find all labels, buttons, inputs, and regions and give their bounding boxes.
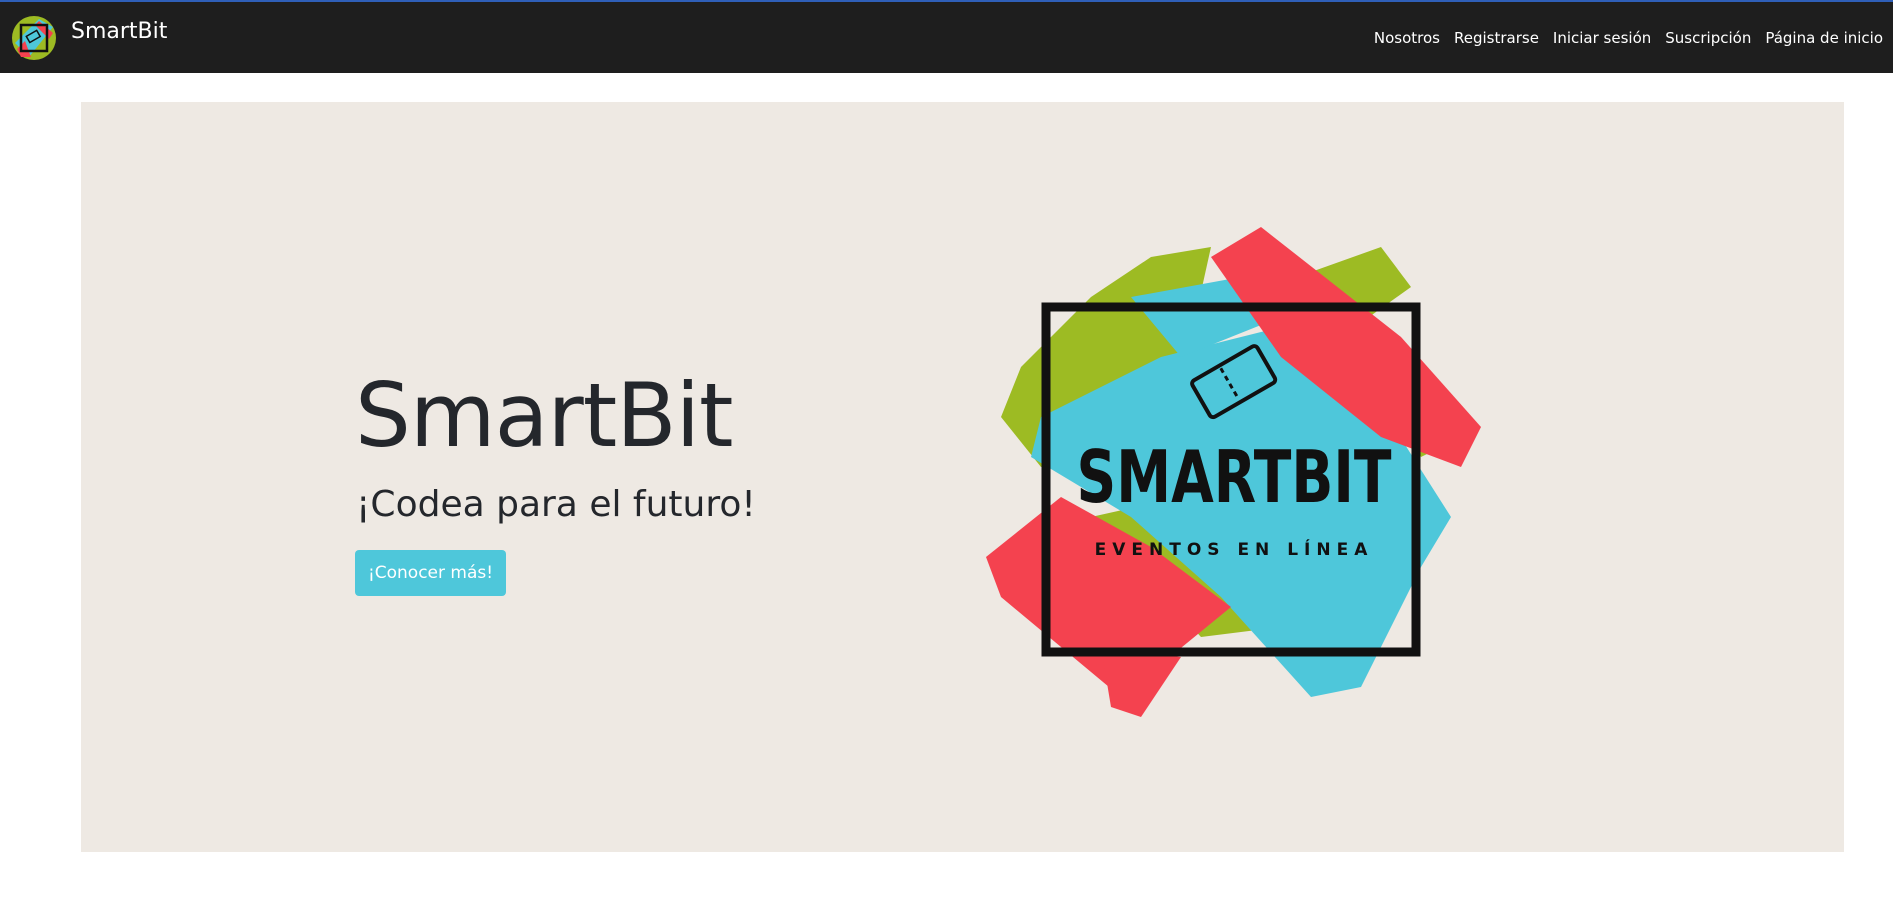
smartbit-logo-icon [12,16,56,60]
hero-section: SmartBit ¡Codea para el futuro! ¡Conocer… [81,102,1844,852]
nav-link-pagina-de-inicio[interactable]: Página de inicio [1765,29,1883,47]
nav-link-iniciar-sesion[interactable]: Iniciar sesión [1553,29,1651,47]
logo-wordmark: SMARTBIT [1077,435,1392,519]
conocer-mas-button[interactable]: ¡Conocer más! [355,550,506,596]
nav-link-suscripcion[interactable]: Suscripción [1665,29,1751,47]
navbar: SmartBit Nosotros Registrarse Iniciar se… [0,2,1893,73]
nav-links: Nosotros Registrarse Iniciar sesión Susc… [1374,29,1883,47]
hero-title: SmartBit [355,364,734,467]
logo-tagline: EVENTOS EN LÍNEA [1095,538,1374,560]
smartbit-logo-graphic: SMARTBIT EVENTOS EN LÍNEA [986,227,1481,717]
brand-name: SmartBit [71,19,168,44]
navbar-brand[interactable]: SmartBit [9,14,167,62]
hero-subtitle: ¡Codea para el futuro! [356,484,756,525]
nav-link-registrarse[interactable]: Registrarse [1454,29,1539,47]
nav-link-nosotros[interactable]: Nosotros [1374,29,1440,47]
